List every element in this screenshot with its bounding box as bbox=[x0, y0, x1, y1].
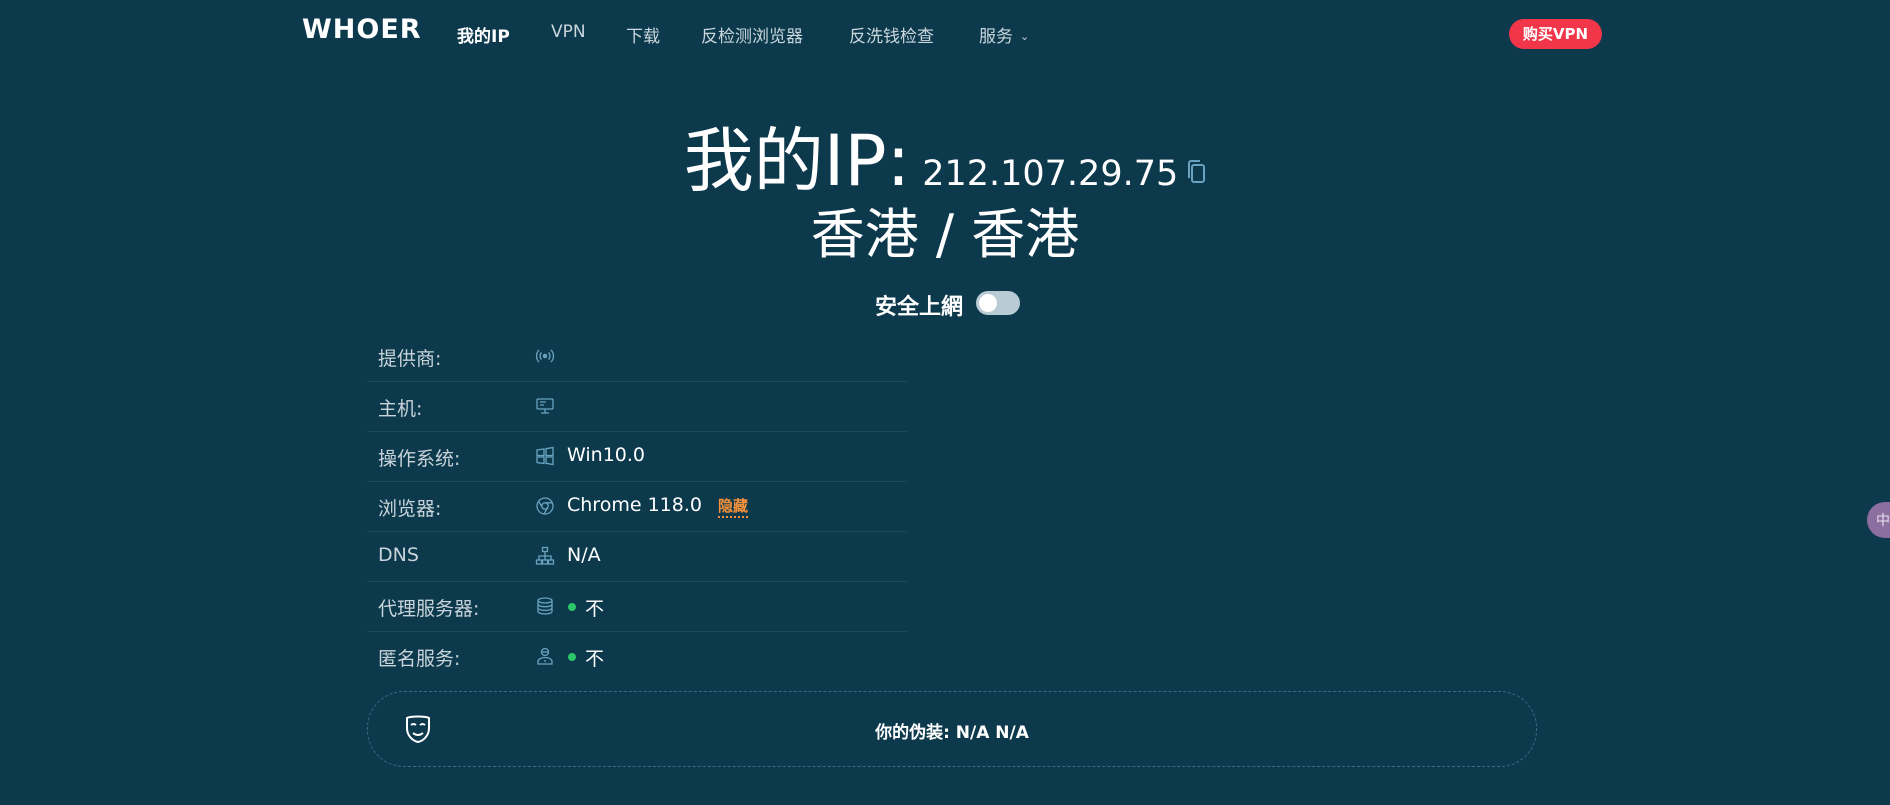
row-label: DNS bbox=[378, 544, 419, 566]
windows-icon bbox=[535, 446, 555, 466]
anonymizer-value: 不 bbox=[585, 648, 605, 670]
row-label: 提供商: bbox=[378, 348, 442, 370]
nav-item-download[interactable]: 下载 bbox=[626, 22, 660, 47]
row-label: 主机: bbox=[378, 398, 423, 420]
secure-browsing-toggle[interactable] bbox=[976, 291, 1020, 315]
row-label: 浏览器: bbox=[378, 498, 442, 520]
language-float-label: 中 bbox=[1876, 513, 1890, 529]
row-label: 代理服务器: bbox=[378, 598, 480, 620]
nav-item-my-ip[interactable]: 我的IP bbox=[457, 22, 510, 47]
browser-value: Chrome 118.0 bbox=[567, 494, 702, 516]
info-row-anonymizer: 匿名服务: 不 bbox=[367, 632, 907, 681]
location-heading: 香港 / 香港 bbox=[810, 203, 1080, 266]
nav-item-aml-check[interactable]: 反洗钱检查 bbox=[849, 22, 934, 47]
ip-info-table: 提供商: 主机: 操作系统: Win10.0 浏览器: Chrome 118.0… bbox=[367, 332, 907, 681]
top-nav: WHOER 我的IP VPN 下载 反检测浏览器 反洗钱检查 服务 ⌄ 购买VPN bbox=[0, 0, 1890, 66]
status-dot-green bbox=[568, 653, 576, 661]
dns-value: N/A bbox=[567, 544, 601, 566]
info-row-dns: DNS N/A bbox=[367, 532, 907, 582]
nav-item-antidetect-browser[interactable]: 反检测浏览器 bbox=[701, 22, 803, 47]
buy-vpn-button[interactable]: 购买VPN bbox=[1509, 19, 1602, 49]
info-row-host: 主机: bbox=[367, 382, 907, 432]
row-label: 操作系统: bbox=[378, 448, 461, 470]
os-value: Win10.0 bbox=[567, 444, 645, 466]
copy-icon[interactable] bbox=[1186, 159, 1206, 185]
host-icon bbox=[535, 396, 555, 416]
info-row-proxy: 代理服务器: 不 bbox=[367, 582, 907, 632]
database-icon bbox=[535, 596, 555, 616]
nav-item-services-label: 服务 bbox=[979, 27, 1013, 47]
disguise-panel: 你的伪装: N/A N/A bbox=[367, 691, 1537, 767]
status-dot-green bbox=[568, 603, 576, 611]
info-row-provider: 提供商: bbox=[367, 332, 907, 382]
network-icon bbox=[535, 546, 555, 566]
user-shield-icon bbox=[535, 646, 555, 666]
secure-browsing-label: 安全上網 bbox=[875, 295, 964, 320]
chevron-down-icon: ⌄ bbox=[1020, 30, 1030, 43]
info-row-os: 操作系统: Win10.0 bbox=[367, 432, 907, 482]
language-float-button[interactable]: 中 bbox=[1867, 502, 1890, 538]
disguise-text: 你的伪装: N/A N/A bbox=[875, 723, 1029, 743]
proxy-value: 不 bbox=[585, 598, 605, 620]
toggle-knob bbox=[979, 294, 997, 312]
info-row-browser: 浏览器: Chrome 118.0 隐藏 bbox=[367, 482, 907, 532]
ip-address: 212.107.29.75 bbox=[922, 154, 1179, 194]
hide-browser-link[interactable]: 隐藏 bbox=[718, 495, 749, 518]
nav-item-vpn[interactable]: VPN bbox=[551, 22, 586, 42]
chrome-icon bbox=[535, 496, 555, 516]
row-label: 匿名服务: bbox=[378, 648, 461, 670]
signal-icon bbox=[535, 346, 555, 366]
nav-item-services[interactable]: 服务 ⌄ bbox=[979, 22, 1029, 47]
whoer-logo[interactable]: WHOER bbox=[302, 14, 422, 45]
